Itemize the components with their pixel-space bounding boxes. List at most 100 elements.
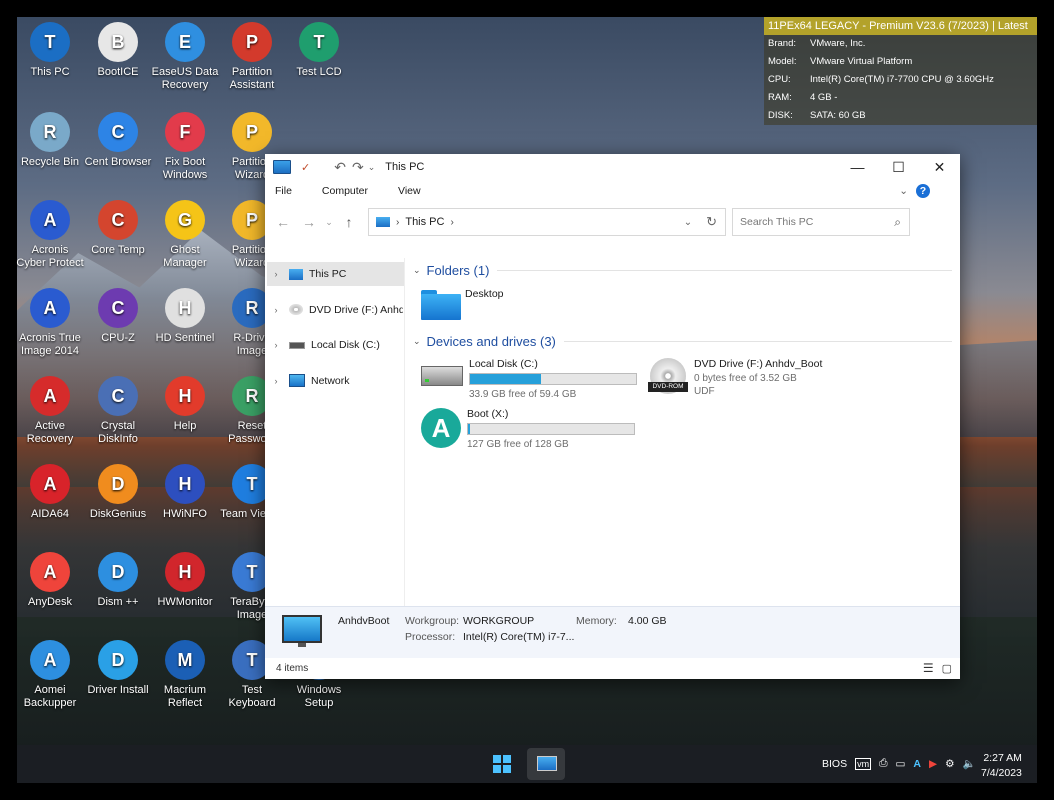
desktop-icon-test-lcd[interactable]: T Test LCD (285, 22, 353, 79)
expand-chevron-icon[interactable]: › (267, 340, 285, 350)
desktop-icon-aida64[interactable]: A AIDA64 (16, 464, 84, 521)
desktop-icon-bootice[interactable]: B BootICE (84, 22, 152, 79)
expand-chevron-icon[interactable]: › (267, 269, 285, 279)
search-input[interactable]: Search This PC ⌕ (732, 208, 910, 236)
boot-logo-icon: A (421, 408, 461, 448)
desktop-icon-cpu-z[interactable]: C CPU-Z (84, 288, 152, 345)
desktop-icon-anydesk[interactable]: A AnyDesk (16, 552, 84, 609)
desktop-icon-partition-assistant[interactable]: P Partition Assistant (218, 22, 286, 92)
large-icons-view-icon[interactable]: ▢ (942, 662, 952, 675)
desktop-icon-hwinfo[interactable]: H HWiNFO (151, 464, 219, 521)
app-icon: C (98, 288, 138, 328)
desktop-icon-this-pc[interactable]: T This PC (16, 22, 84, 79)
drive-dvd-f[interactable]: DVD-ROM DVD Drive (F:) Anhdv_Boot 0 byte… (648, 358, 822, 398)
folder-desktop[interactable]: Desktop (421, 288, 504, 320)
address-dropdown-icon[interactable]: ⌄ (684, 217, 692, 228)
refresh-icon[interactable]: ↻ (706, 214, 717, 230)
drive-local-disk-c[interactable]: Local Disk (C:) 33.9 GB free of 59.4 GB (421, 358, 637, 400)
media-player-icon[interactable]: ▶ (929, 758, 937, 770)
tab-view[interactable]: View (398, 185, 421, 197)
desktop-icon-label: EaseUS Data Recovery (151, 66, 219, 91)
redo-icon[interactable]: ↷ (352, 159, 364, 176)
clock[interactable]: 2:27 AM 7/4/2023 (981, 751, 1022, 781)
up-arrow-icon[interactable]: ↑ (336, 214, 362, 230)
vm-icon[interactable]: vm (855, 757, 872, 770)
navigation-pane: › This PC › DVD Drive (F:) Anhdv_Boot › … (265, 258, 405, 606)
desktop-icon-diskgenius[interactable]: D DiskGenius (84, 464, 152, 521)
minimize-button[interactable]: — (837, 159, 878, 176)
collapse-chevron-icon[interactable]: ⌄ (413, 265, 421, 276)
desktop-icon-fix-boot-windows[interactable]: F Fix Boot Windows (151, 112, 219, 182)
app-icon: A (30, 640, 70, 680)
system-info-row: Model: VMware Virtual Platform (768, 56, 913, 67)
maximize-button[interactable]: ☐ (878, 159, 919, 176)
desktop-icon-recycle-bin[interactable]: R Recycle Bin (16, 112, 84, 169)
computer-icon (273, 160, 291, 174)
desktop-icon-dism[interactable]: D Dism ++ (84, 552, 152, 609)
desktop-icon-acronis-true-image-2014[interactable]: A Acronis True Image 2014 (16, 288, 84, 358)
desktop-icon-help[interactable]: H Help (151, 376, 219, 433)
app-icon: P (232, 22, 272, 62)
nav-item-network[interactable]: › Network (267, 369, 404, 393)
tab-file[interactable]: File (275, 185, 292, 197)
network-tray-icon[interactable]: ▭ (896, 758, 906, 770)
desktop-icon-core-temp[interactable]: C Core Temp (84, 200, 152, 257)
collapse-chevron-icon[interactable]: ⌄ (413, 336, 421, 347)
desktop-icon-label: Recycle Bin (20, 156, 80, 168)
desktop-icon-driver-install[interactable]: D Driver Install (84, 640, 152, 697)
close-button[interactable]: ✕ (919, 159, 960, 176)
nav-item-dvd-drive[interactable]: › DVD Drive (F:) Anhdv_Boot (267, 298, 404, 322)
app-icon: D (98, 464, 138, 504)
drive-boot-x[interactable]: A Boot (X:) 127 GB free of 128 GB (421, 408, 635, 450)
help-icon[interactable]: ? (916, 184, 930, 198)
volume-icon[interactable]: 🔈 (963, 757, 976, 770)
printer-icon[interactable]: ⎙ (879, 757, 887, 770)
desktop-icon-label: Acronis Cyber Protect (16, 244, 84, 269)
desktop-icon-label: Partition Assistant (229, 66, 275, 91)
app-icon: A (30, 288, 70, 328)
desktop-icon-acronis-cyber-protect[interactable]: A Acronis Cyber Protect (16, 200, 84, 270)
desktop-icon-hwmonitor[interactable]: H HWMonitor (151, 552, 219, 609)
acronis-tray-icon[interactable]: A (913, 758, 921, 770)
workgroup-label: Workgroup: (405, 615, 460, 627)
gear-icon[interactable]: ⚙ (945, 758, 954, 770)
nav-item-this-pc[interactable]: › This PC (267, 262, 404, 286)
file-explorer-window: ✓ ↶ ↷ ⌄ This PC — ☐ ✕ File Computer View… (265, 154, 960, 679)
tab-computer[interactable]: Computer (322, 185, 368, 197)
item-count: 4 items (276, 662, 309, 674)
desktop-icon-macrium-reflect[interactable]: M Macrium Reflect (151, 640, 219, 710)
desktop-icon-crystal-diskinfo[interactable]: C Crystal DiskInfo (84, 376, 152, 446)
folders-group-header[interactable]: ⌄ Folders (1) (413, 259, 960, 281)
desktop-icon-aomei-backupper[interactable]: A Aomei Backupper (16, 640, 84, 710)
taskbar-this-pc-button[interactable] (527, 748, 565, 780)
windows-start-icon[interactable] (493, 755, 511, 773)
expand-ribbon-icon[interactable]: ⌄ (899, 185, 908, 197)
bios-label[interactable]: BIOS (822, 758, 847, 770)
expand-chevron-icon[interactable]: › (267, 376, 285, 386)
desktop-icon-cent-browser[interactable]: C Cent Browser (84, 112, 152, 169)
nav-item-local-disk[interactable]: › Local Disk (C:) (267, 333, 404, 357)
breadcrumb-this-pc[interactable]: This PC (405, 216, 444, 228)
devices-group-header[interactable]: ⌄ Devices and drives (3) (413, 330, 960, 352)
desktop-icon-label: Cent Browser (84, 156, 152, 168)
expand-chevron-icon[interactable]: › (267, 305, 285, 315)
app-icon: A (30, 464, 70, 504)
search-icon[interactable]: ⌕ (894, 215, 901, 230)
address-bar[interactable]: › This PC › ⌄ ↻ (368, 208, 726, 236)
desktop-icon-easeus-data-recovery[interactable]: E EaseUS Data Recovery (151, 22, 219, 92)
details-view-icon[interactable]: ☰ (923, 661, 934, 675)
breadcrumb-chevron-icon[interactable]: › (450, 217, 453, 228)
properties-check-icon[interactable]: ✓ (301, 161, 310, 174)
desktop-icon-hd-sentinel[interactable]: H HD Sentinel (151, 288, 219, 345)
search-placeholder: Search This PC (740, 216, 814, 228)
system-info-panel: 11PEx64 LEGACY - Premium V23.6 (7/2023) … (764, 17, 1037, 125)
quick-access-dropdown-icon[interactable]: ⌄ (368, 162, 376, 173)
breadcrumb-chevron-icon[interactable]: › (396, 217, 399, 228)
forward-arrow-icon[interactable]: → (296, 214, 322, 230)
divider (563, 340, 952, 342)
recent-locations-icon[interactable]: ⌄ (322, 217, 336, 228)
undo-icon[interactable]: ↶ (334, 159, 346, 176)
desktop-icon-ghost-manager[interactable]: G Ghost Manager (151, 200, 219, 270)
desktop-icon-active-recovery[interactable]: A Active Recovery (16, 376, 84, 446)
back-arrow-icon[interactable]: ← (270, 214, 296, 230)
